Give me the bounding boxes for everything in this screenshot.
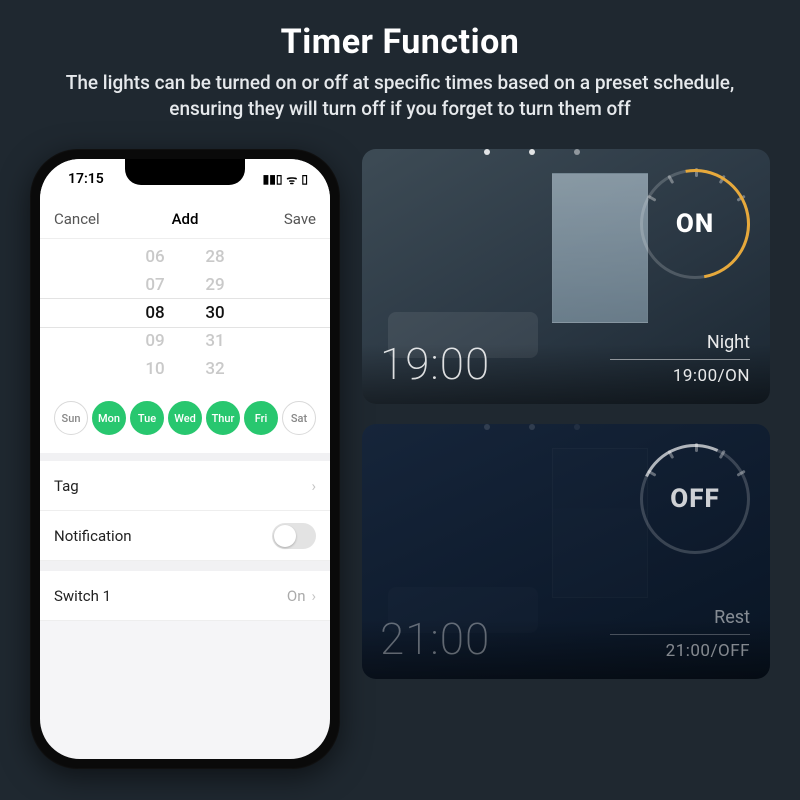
phone-notch bbox=[125, 159, 245, 185]
cancel-button[interactable]: Cancel bbox=[54, 210, 112, 228]
status-time: 17:15 bbox=[68, 171, 104, 187]
day-fri[interactable]: Fri bbox=[244, 401, 278, 435]
switch-row[interactable]: Switch 1 On › bbox=[40, 571, 330, 621]
switch-value: On bbox=[287, 587, 306, 605]
divider bbox=[610, 634, 750, 635]
nav-bar: Cancel Add Save bbox=[40, 199, 330, 239]
section-gap bbox=[40, 561, 330, 571]
nav-title: Add bbox=[172, 210, 199, 228]
day-thur[interactable]: Thur bbox=[206, 401, 240, 435]
day-sun[interactable]: Sun bbox=[54, 401, 88, 435]
caption-title: Rest bbox=[610, 607, 750, 628]
switch-label: Switch 1 bbox=[54, 587, 111, 605]
status-icons: ▮▮▯ ᯤ ▯ bbox=[263, 171, 308, 188]
day-mon[interactable]: Mon bbox=[92, 401, 126, 435]
scene-caption: Rest 21:00/OFF bbox=[610, 607, 750, 661]
clock-icon: OFF bbox=[640, 444, 750, 554]
divider bbox=[610, 359, 750, 360]
dial-on: ON bbox=[610, 169, 750, 279]
save-button[interactable]: Save bbox=[258, 210, 316, 228]
scene-card-on: ON 19:00 Night 19:00/ON bbox=[362, 149, 770, 404]
day-sat[interactable]: Sat bbox=[282, 401, 316, 435]
notification-toggle[interactable] bbox=[272, 523, 316, 549]
notification-label: Notification bbox=[54, 527, 132, 545]
page-title: Timer Function bbox=[40, 22, 760, 62]
scene-card-off: OFF 21:00 Rest 21:00/OFF bbox=[362, 424, 770, 679]
weekday-selector: Sun Mon Tue Wed Thur Fri Sat bbox=[40, 387, 330, 461]
phone-frame: 17:15 ▮▮▯ ᯤ ▯ Cancel Add Save 06 07 08 0 bbox=[30, 149, 340, 769]
minute-wheel[interactable]: 28 29 30 31 32 bbox=[185, 243, 245, 383]
tag-row[interactable]: Tag › bbox=[40, 461, 330, 511]
page-subtitle: The lights can be turned on or off at sp… bbox=[40, 70, 760, 121]
clock-icon: ON bbox=[640, 169, 750, 279]
scene-time: 19:00 bbox=[380, 338, 490, 390]
battery-icon: ▯ bbox=[301, 172, 308, 186]
chevron-right-icon: › bbox=[311, 587, 316, 605]
scene-cards: ON 19:00 Night 19:00/ON bbox=[362, 149, 770, 679]
day-wed[interactable]: Wed bbox=[168, 401, 202, 435]
day-tue[interactable]: Tue bbox=[130, 401, 164, 435]
caption-detail: 19:00/ON bbox=[610, 366, 750, 386]
signal-icon: ▮▮▯ bbox=[263, 172, 283, 186]
dial-off: OFF bbox=[610, 444, 750, 554]
caption-title: Night bbox=[610, 332, 750, 353]
tag-label: Tag bbox=[54, 477, 79, 495]
wifi-icon: ᯤ bbox=[286, 171, 297, 188]
state-label: OFF bbox=[670, 484, 719, 514]
phone-screen: 17:15 ▮▮▯ ᯤ ▯ Cancel Add Save 06 07 08 0 bbox=[40, 159, 330, 759]
hour-wheel[interactable]: 06 07 08 09 10 bbox=[125, 243, 185, 383]
notification-row: Notification bbox=[40, 511, 330, 561]
scene-time: 21:00 bbox=[380, 613, 490, 665]
caption-detail: 21:00/OFF bbox=[610, 641, 750, 661]
state-label: ON bbox=[676, 209, 714, 239]
scene-caption: Night 19:00/ON bbox=[610, 332, 750, 386]
chevron-right-icon: › bbox=[311, 477, 316, 495]
time-picker[interactable]: 06 07 08 09 10 28 29 30 31 32 bbox=[40, 239, 330, 387]
